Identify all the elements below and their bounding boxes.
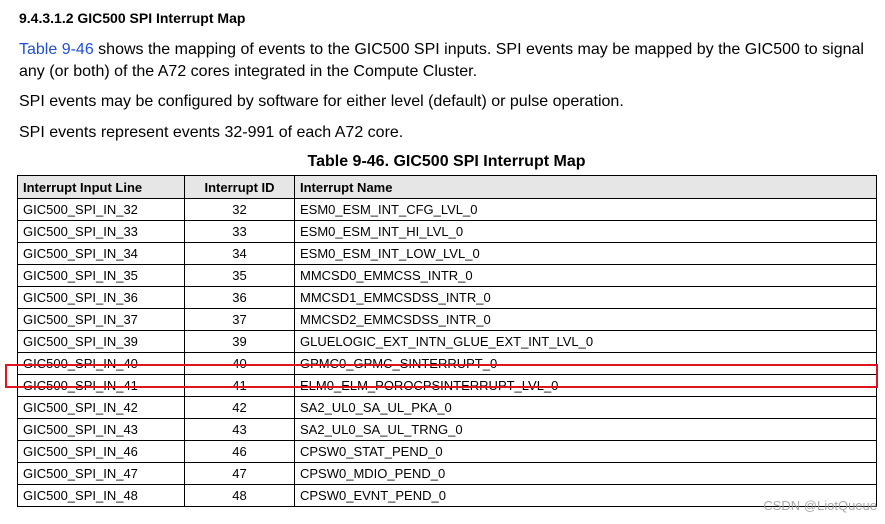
table-row: GIC500_SPI_IN_47 47 CPSW0_MDIO_PEND_0: [17, 462, 877, 485]
table-caption: Table 9-46. GIC500 SPI Interrupt Map: [307, 153, 586, 170]
cell-interrupt-id: 36: [184, 286, 295, 309]
cell-interrupt-name: ESM0_ESM_INT_HI_LVL_0: [294, 220, 877, 243]
cell-interrupt-name: MMCSD1_EMMCSDSS_INTR_0: [294, 286, 877, 309]
cell-interrupt-id: 43: [184, 418, 295, 441]
cell-interrupt-name: SA2_UL0_SA_UL_PKA_0: [294, 396, 877, 419]
cell-interrupt-id: 47: [184, 462, 295, 485]
cell-interrupt-id: 46: [184, 440, 295, 463]
cell-interrupt-id: 32: [184, 198, 295, 221]
intro-paragraph: Table 9-46 shows the mapping of events t…: [19, 39, 869, 83]
cell-interrupt-name: GLUELOGIC_EXT_INTN_GLUE_EXT_INT_LVL_0: [294, 330, 877, 353]
cell-input-line: GIC500_SPI_IN_43: [17, 418, 185, 441]
cell-input-line: GIC500_SPI_IN_39: [17, 330, 185, 353]
watermark: CSDN @LiotQueue: [763, 498, 877, 513]
cell-input-line: GIC500_SPI_IN_36: [17, 286, 185, 309]
table-row: GIC500_SPI_IN_39 39 GLUELOGIC_EXT_INTN_GLU…: [17, 330, 877, 353]
cell-input-line: GIC500_SPI_IN_48: [17, 484, 185, 507]
cell-input-line: GIC500_SPI_IN_42: [17, 396, 185, 419]
table-row: GIC500_SPI_IN_37 37 MMCSD2_EMMCSDSS_INTR_0: [17, 308, 877, 331]
cell-interrupt-name: CPSW0_STAT_PEND_0: [294, 440, 877, 463]
table-row: GIC500_SPI_IN_48 48 CPSW0_EVNT_PEND_0: [17, 484, 877, 507]
cell-interrupt-id: 33: [184, 220, 295, 243]
table-row: GIC500_SPI_IN_36 36 MMCSD1_EMMCSDSS_INTR_0: [17, 286, 877, 309]
table-row: GIC500_SPI_IN_42 42 SA2_UL0_SA_UL_PKA_0: [17, 396, 877, 419]
table-row: GIC500_SPI_IN_43 43 SA2_UL0_SA_UL_TRNG_0: [17, 418, 877, 441]
table-row: GIC500_SPI_IN_34 34 ESM0_ESM_INT_LOW_LVL_0: [17, 242, 877, 265]
event-range-paragraph: SPI events represent events 32-991 of ea…: [19, 124, 404, 141]
column-header-input-line: Interrupt Input Line: [17, 175, 185, 199]
cell-interrupt-id: 34: [184, 242, 295, 265]
table-row: GIC500_SPI_IN_33 33 ESM0_ESM_INT_HI_LVL_0: [17, 220, 877, 243]
column-header-interrupt-id: Interrupt ID: [184, 175, 295, 199]
intro-paragraph-text: shows the mapping of events to the GIC50…: [19, 41, 864, 80]
column-header-interrupt-name: Interrupt Name: [294, 175, 877, 199]
cell-input-line: GIC500_SPI_IN_46: [17, 440, 185, 463]
cell-interrupt-name: SA2_UL0_SA_UL_TRNG_0: [294, 418, 877, 441]
cell-interrupt-name: ESM0_ESM_INT_CFG_LVL_0: [294, 198, 877, 221]
cell-interrupt-id: 48: [184, 484, 295, 507]
section-heading: 9.4.3.1.2 GIC500 SPI Interrupt Map: [19, 10, 246, 26]
table-row: GIC500_SPI_IN_32 32 ESM0_ESM_INT_CFG_LVL_0: [17, 198, 877, 221]
cell-input-line: GIC500_SPI_IN_37: [17, 308, 185, 331]
cell-interrupt-id: 35: [184, 264, 295, 287]
highlight-box: [5, 364, 878, 388]
cell-input-line: GIC500_SPI_IN_35: [17, 264, 185, 287]
cell-interrupt-name: CPSW0_MDIO_PEND_0: [294, 462, 877, 485]
cell-interrupt-id: 42: [184, 396, 295, 419]
cell-interrupt-id: 39: [184, 330, 295, 353]
table-body: GIC500_SPI_IN_32 32 ESM0_ESM_INT_CFG_LVL_0…: [17, 198, 877, 507]
table-reference-link[interactable]: Table 9-46: [19, 41, 94, 58]
cell-interrupt-name: MMCSD0_EMMCSS_INTR_0: [294, 264, 877, 287]
cell-input-line: GIC500_SPI_IN_32: [17, 198, 185, 221]
table-row: GIC500_SPI_IN_46 46 CPSW0_STAT_PEND_0: [17, 440, 877, 463]
cell-input-line: GIC500_SPI_IN_34: [17, 242, 185, 265]
cell-interrupt-name: MMCSD2_EMMCSDSS_INTR_0: [294, 308, 877, 331]
cell-interrupt-id: 37: [184, 308, 295, 331]
level-pulse-paragraph: SPI events may be configured by software…: [19, 93, 624, 110]
table-row: GIC500_SPI_IN_35 35 MMCSD0_EMMCSS_INTR_0: [17, 264, 877, 287]
interrupt-map-table: Interrupt Input Line Interrupt ID Interr…: [17, 175, 877, 507]
cell-input-line: GIC500_SPI_IN_33: [17, 220, 185, 243]
cell-interrupt-name: ESM0_ESM_INT_LOW_LVL_0: [294, 242, 877, 265]
table-header-row: Interrupt Input Line Interrupt ID Interr…: [17, 175, 877, 199]
cell-input-line: GIC500_SPI_IN_47: [17, 462, 185, 485]
